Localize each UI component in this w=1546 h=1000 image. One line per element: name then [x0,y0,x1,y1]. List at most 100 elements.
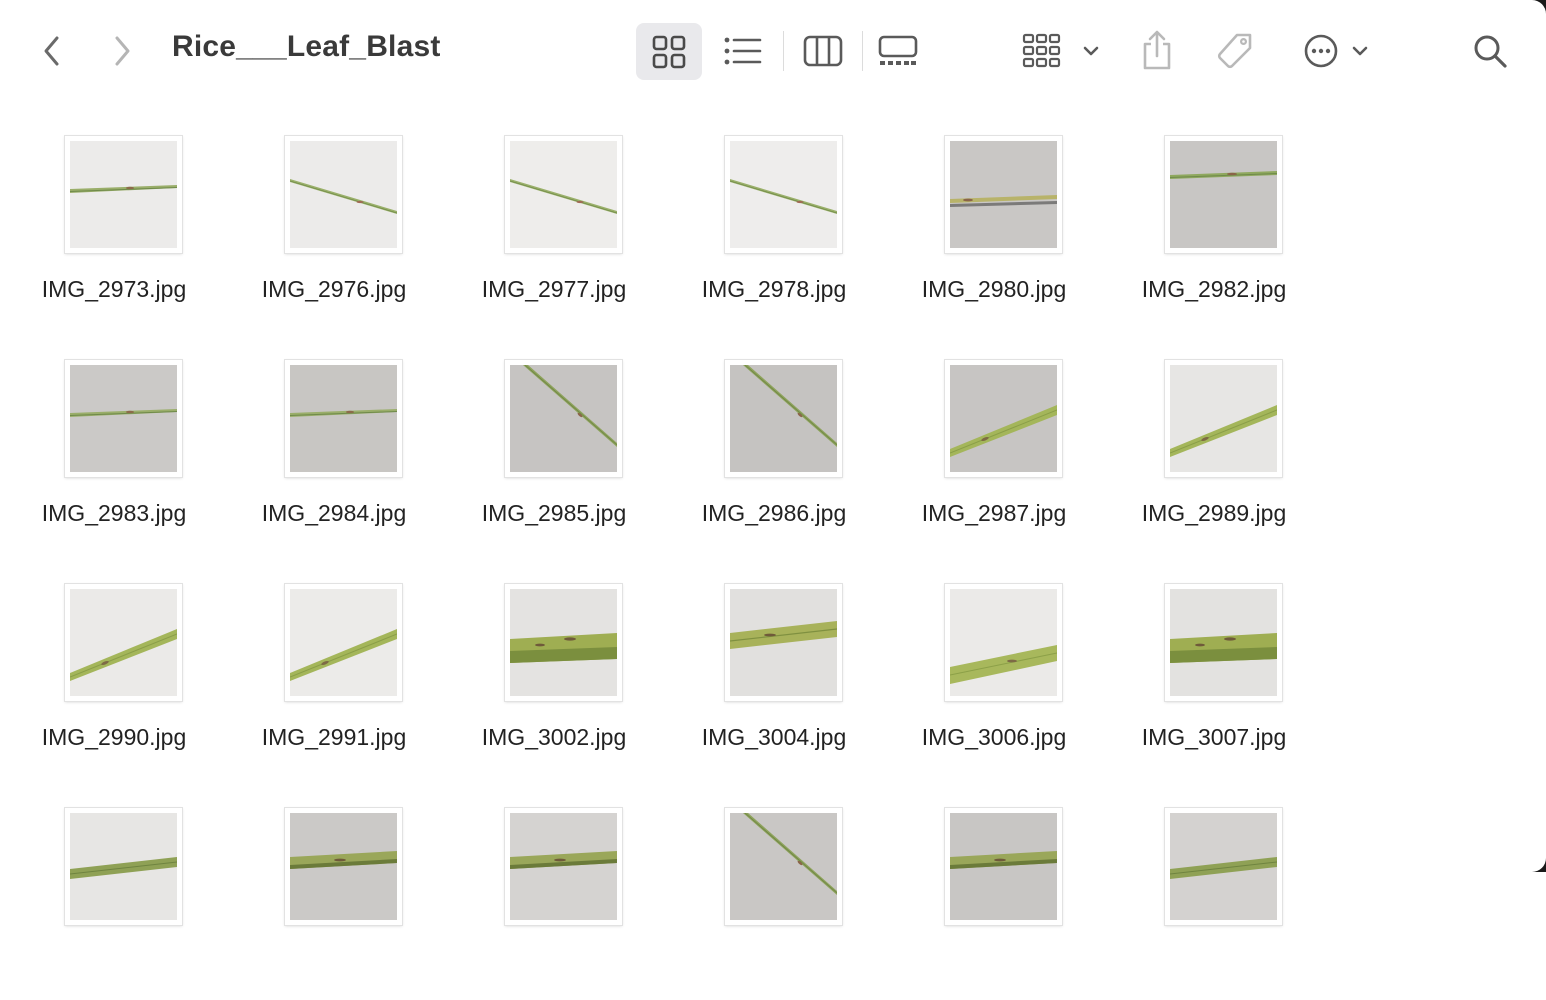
file-thumbnail[interactable] [725,360,842,477]
file-name-label[interactable]: IMG_3002.jpg [430,724,678,751]
file-thumbnail[interactable] [505,360,622,477]
file-name-label[interactable]: IMG_2991.jpg [210,724,458,751]
file-name-label[interactable]: IMG_2984.jpg [210,500,458,527]
file-thumbnail[interactable] [285,584,402,701]
file-item[interactable] [224,776,444,1000]
toolbar-divider [783,31,784,71]
file-thumbnail[interactable] [285,360,402,477]
file-thumbnail[interactable] [1165,584,1282,701]
search-button[interactable] [1468,30,1512,72]
file-name-label[interactable]: IMG_2989.jpg [1090,500,1338,527]
file-item[interactable]: IMG_3006.jpg [884,552,1104,776]
leaf-photo-image [950,141,1057,248]
file-thumbnail[interactable] [725,584,842,701]
file-item[interactable]: IMG_3007.jpg [1104,552,1324,776]
file-name-label[interactable]: IMG_2990.jpg [0,724,238,751]
file-thumbnail[interactable] [1165,360,1282,477]
file-item[interactable]: IMG_3004.jpg [664,552,884,776]
leaf-photo-image [730,365,837,472]
file-name-label[interactable]: IMG_2980.jpg [870,276,1118,303]
file-name-label[interactable]: IMG_2976.jpg [210,276,458,303]
file-item[interactable] [884,776,1104,1000]
file-item[interactable]: IMG_2976.jpg [224,104,444,328]
file-thumbnail[interactable] [945,584,1062,701]
file-item[interactable]: IMG_3002.jpg [444,552,664,776]
file-thumbnail[interactable] [285,808,402,925]
back-button[interactable] [34,32,70,70]
leaf-photo-image [290,813,397,920]
file-item[interactable] [444,776,664,1000]
leaf-photo-image [510,365,617,472]
share-button[interactable] [1136,26,1178,74]
file-item[interactable]: IMG_2977.jpg [444,104,664,328]
leaf-photo-image [70,141,177,248]
group-by-icon [1022,33,1061,68]
file-thumbnail[interactable] [945,808,1062,925]
file-thumbnail[interactable] [505,136,622,253]
tag-button[interactable] [1212,28,1258,74]
file-item[interactable]: IMG_2978.jpg [664,104,884,328]
file-item[interactable]: IMG_2980.jpg [884,104,1104,328]
file-item[interactable] [1104,776,1324,1000]
file-item[interactable]: IMG_2983.jpg [4,328,224,552]
file-name-label[interactable]: IMG_2977.jpg [430,276,678,303]
list-view-button[interactable] [718,28,768,74]
file-thumbnail[interactable] [1165,136,1282,253]
leaf-photo-image [290,365,397,472]
column-view-icon [803,35,843,67]
file-item[interactable]: IMG_2989.jpg [1104,328,1324,552]
file-item[interactable]: IMG_2987.jpg [884,328,1104,552]
forward-button[interactable] [104,32,140,70]
file-item[interactable]: IMG_2982.jpg [1104,104,1324,328]
file-name-label[interactable]: IMG_3004.jpg [650,724,898,751]
file-thumbnail[interactable] [65,808,182,925]
file-item[interactable]: IMG_2986.jpg [664,328,884,552]
file-thumbnail[interactable] [945,136,1062,253]
file-thumbnail[interactable] [285,136,402,253]
leaf-photo-image [730,813,837,920]
column-view-button[interactable] [798,28,848,74]
share-icon [1143,30,1171,70]
group-by-button[interactable] [1020,28,1102,74]
leaf-photo-image [1170,813,1277,920]
leaf-photo-image [950,365,1057,472]
more-options-button[interactable] [1298,28,1374,74]
file-name-label[interactable]: IMG_2985.jpg [430,500,678,527]
file-item[interactable]: IMG_2991.jpg [224,552,444,776]
leaf-photo-image [950,589,1057,696]
finder-toolbar: Rice___Leaf_Blast [0,0,1546,104]
leaf-photo-image [510,141,617,248]
file-thumbnail[interactable] [65,136,182,253]
file-name-label[interactable]: IMG_3007.jpg [1090,724,1338,751]
icon-view-button[interactable] [636,23,702,80]
file-item[interactable]: IMG_2990.jpg [4,552,224,776]
file-item[interactable]: IMG_2985.jpg [444,328,664,552]
leaf-photo-image [70,365,177,472]
file-thumbnail[interactable] [725,136,842,253]
toolbar-divider [862,31,863,71]
file-thumbnail[interactable] [1165,808,1282,925]
file-thumbnail[interactable] [65,584,182,701]
file-name-label[interactable]: IMG_2973.jpg [0,276,238,303]
leaf-photo-image [730,589,837,696]
file-name-label[interactable]: IMG_3006.jpg [870,724,1118,751]
file-item[interactable]: IMG_2984.jpg [224,328,444,552]
file-thumbnail[interactable] [945,360,1062,477]
file-thumbnail[interactable] [505,808,622,925]
file-thumbnail[interactable] [725,808,842,925]
leaf-photo-image [730,141,837,248]
file-name-label[interactable]: IMG_2987.jpg [870,500,1118,527]
file-name-label[interactable]: IMG_2986.jpg [650,500,898,527]
file-thumbnail[interactable] [505,584,622,701]
file-thumbnail[interactable] [65,360,182,477]
file-item[interactable]: IMG_2973.jpg [4,104,224,328]
file-name-label[interactable]: IMG_2983.jpg [0,500,238,527]
file-name-label[interactable]: IMG_2982.jpg [1090,276,1338,303]
file-item[interactable] [664,776,884,1000]
leaf-photo-image [290,589,397,696]
file-grid: IMG_2973.jpg IMG_2976.jpg IMG_2977.jpg IMG_… [0,104,1546,925]
gallery-view-button[interactable] [872,28,924,74]
file-name-label[interactable]: IMG_2978.jpg [650,276,898,303]
file-item[interactable] [4,776,224,1000]
list-view-icon [724,37,762,65]
